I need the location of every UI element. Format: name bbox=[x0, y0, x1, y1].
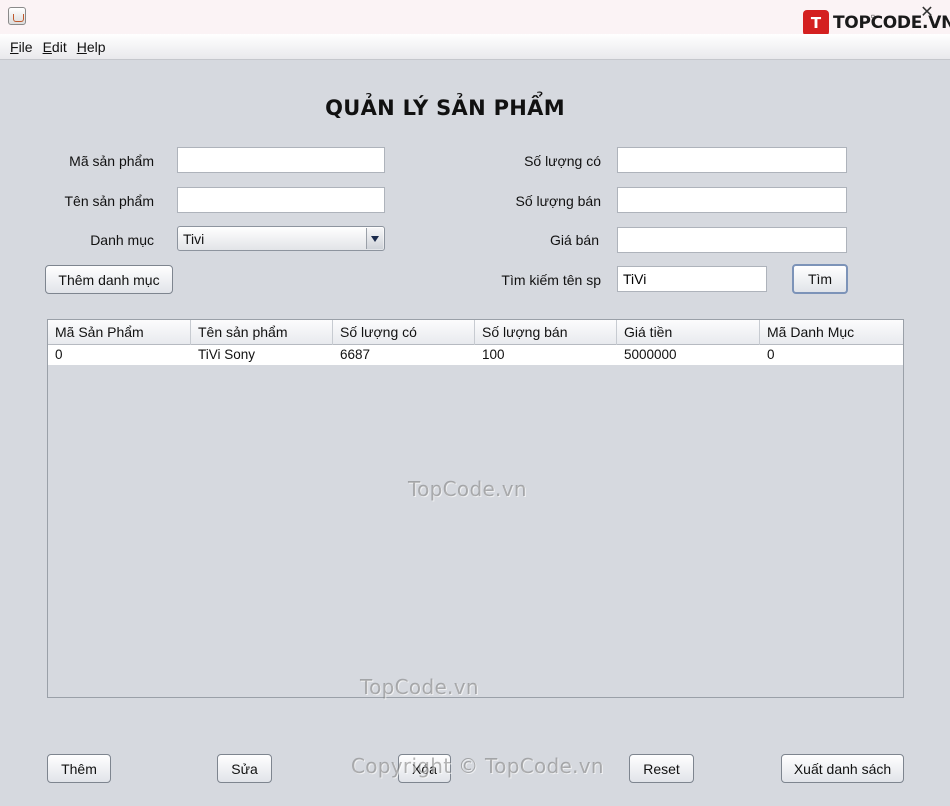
chevron-down-icon[interactable] bbox=[366, 228, 383, 249]
table-header: Mã Sản Phẩm Tên sản phẩm Số lượng có Số … bbox=[48, 320, 903, 345]
ma-san-pham-input[interactable] bbox=[177, 147, 385, 173]
reset-button[interactable]: Reset bbox=[629, 754, 694, 783]
restore-icon[interactable]: ▫ bbox=[866, 9, 880, 23]
danh-muc-selected-value: Tivi bbox=[183, 230, 205, 247]
danh-muc-select[interactable]: Tivi bbox=[177, 226, 385, 251]
column-so-luong-co[interactable]: Số lượng có bbox=[333, 320, 475, 345]
them-danh-muc-button[interactable]: Thêm danh mục bbox=[45, 265, 173, 294]
so-luong-ban-label: Số lượng bán bbox=[515, 193, 602, 209]
column-ten-san-pham[interactable]: Tên sản phẩm bbox=[191, 320, 333, 345]
table-cell: 5000000 bbox=[624, 347, 677, 362]
table-cell: 100 bbox=[482, 347, 505, 362]
java-app-icon bbox=[8, 7, 26, 25]
column-so-luong-ban[interactable]: Số lượng bán bbox=[475, 320, 617, 345]
table-cell: 6687 bbox=[340, 347, 371, 362]
so-luong-co-input[interactable] bbox=[617, 147, 847, 173]
menu-bar: File Edit Help bbox=[0, 34, 950, 60]
so-luong-co-label: Số lượng có bbox=[524, 153, 601, 169]
close-icon[interactable]: ✕ bbox=[920, 5, 934, 21]
xuat-danh-sach-button[interactable]: Xuất danh sách bbox=[781, 754, 904, 783]
ma-san-pham-label: Mã sản phẩm bbox=[69, 153, 154, 169]
ten-san-pham-input[interactable] bbox=[177, 187, 385, 213]
page-title: QUẢN LÝ SẢN PHẨM bbox=[325, 96, 565, 120]
gia-ban-input[interactable] bbox=[617, 227, 847, 253]
topcode-logo-mark: T bbox=[803, 10, 829, 36]
tim-kiem-input[interactable] bbox=[617, 266, 767, 292]
sua-button[interactable]: Sửa bbox=[217, 754, 272, 783]
watermark-copyright: Copyright © TopCode.vn bbox=[351, 754, 604, 778]
ten-san-pham-label: Tên sản phẩm bbox=[64, 193, 155, 209]
tim-button[interactable]: Tìm bbox=[792, 264, 848, 294]
so-luong-ban-input[interactable] bbox=[617, 187, 847, 213]
table-cell: TiVi Sony bbox=[198, 347, 256, 362]
gia-ban-label: Giá bán bbox=[549, 232, 599, 248]
title-bar: T TOPCODE.VN ▫ ✕ bbox=[0, 0, 950, 36]
column-gia-tien[interactable]: Giá tiền bbox=[617, 320, 760, 345]
menu-file[interactable]: File bbox=[10, 39, 33, 55]
table-cell: 0 bbox=[55, 347, 63, 362]
tim-kiem-label: Tìm kiếm tên sp bbox=[501, 272, 601, 288]
table-cell: 0 bbox=[767, 347, 775, 362]
watermark-center: TopCode.vn bbox=[408, 477, 527, 501]
watermark-lower: TopCode.vn bbox=[360, 675, 479, 699]
menu-help[interactable]: Help bbox=[77, 39, 106, 55]
danh-muc-label: Danh mục bbox=[90, 232, 154, 248]
column-ma-san-pham[interactable]: Mã Sản Phẩm bbox=[48, 320, 191, 345]
column-ma-danh-muc[interactable]: Mã Danh Mục bbox=[760, 320, 903, 345]
them-button[interactable]: Thêm bbox=[47, 754, 111, 783]
product-table[interactable]: Mã Sản Phẩm Tên sản phẩm Số lượng có Số … bbox=[47, 319, 904, 698]
menu-edit[interactable]: Edit bbox=[43, 39, 67, 55]
table-row[interactable]: 0 TiVi Sony 6687 100 5000000 0 bbox=[48, 345, 903, 365]
